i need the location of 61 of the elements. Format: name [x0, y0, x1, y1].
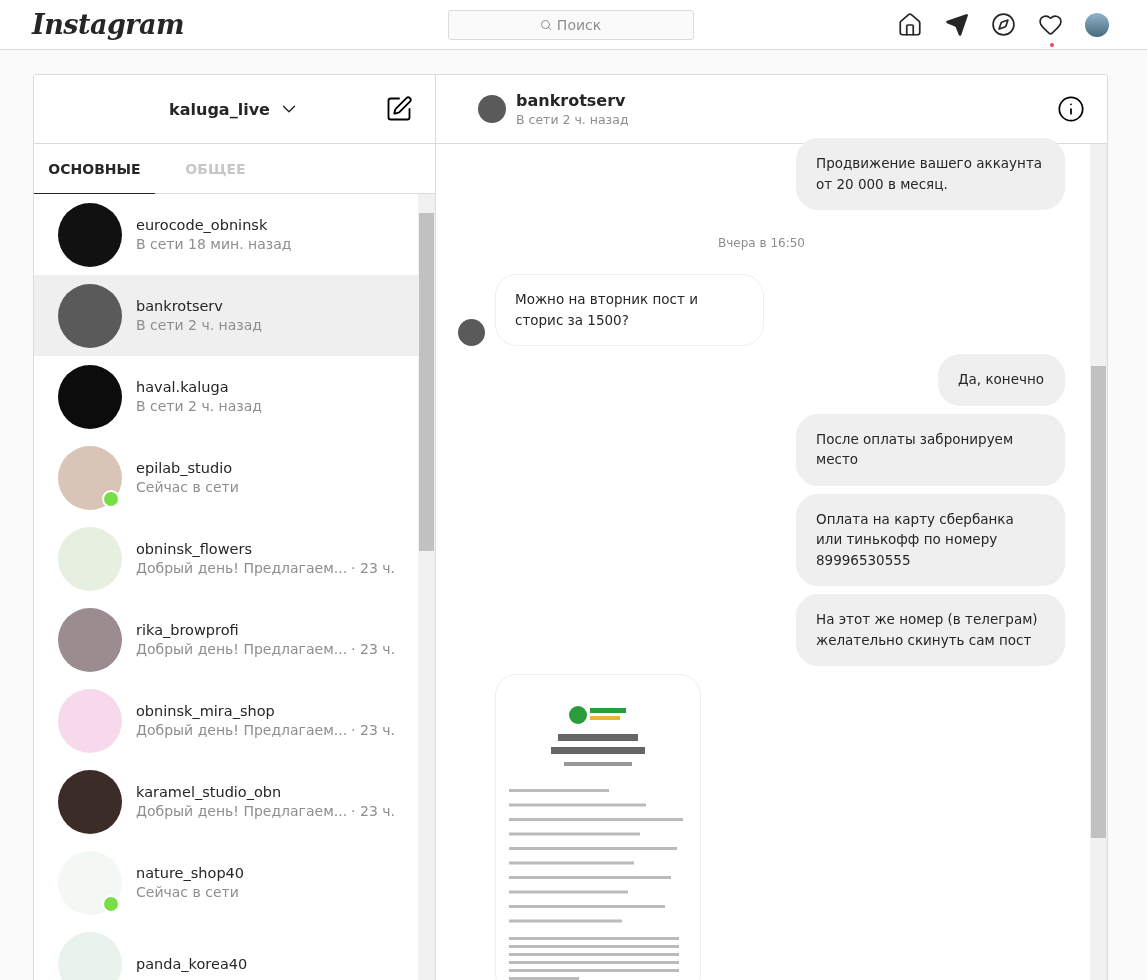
- heart-icon[interactable]: [1038, 12, 1063, 37]
- conversation-item[interactable]: karamel_studio_obn Добрый день! Предлагаем... · 23 ч.: [34, 761, 418, 842]
- status-text: Сейчас в сети: [136, 479, 239, 495]
- message-bubble: Да, конечно: [938, 354, 1065, 406]
- username: obninsk_flowers: [136, 541, 253, 557]
- status-text: Добрый день! Предлагаем...: [136, 560, 348, 576]
- app-logo[interactable]: Instagram: [32, 9, 185, 40]
- username: bankrotserv: [136, 298, 224, 314]
- username: karamel_studio_obn: [136, 784, 283, 800]
- message-bubble: Можно на вторник пост и сторис за 1500?: [495, 274, 764, 346]
- time-text: · 23 ч.: [351, 803, 395, 819]
- home-icon[interactable]: [897, 11, 923, 38]
- avatar-placeholder: [458, 319, 485, 346]
- chat-status: В сети 2 ч. назад: [516, 112, 630, 127]
- conversation-item[interactable]: eurocode_obninsk В сети 18 мин. назад: [34, 194, 418, 275]
- conversation-item[interactable]: obninsk_mira_shop Добрый день! Предлагаем... · 23 ч.: [34, 680, 418, 761]
- message-bubble: Продвижение вашего аккаунта от 20 000 в месяц.: [796, 138, 1065, 210]
- message-bubble: На этот же номер (в телеграм) желательно скинуть сам пост: [796, 594, 1065, 666]
- username: epilab_studio: [136, 460, 234, 476]
- search-placeholder: Поиск: [556, 16, 602, 33]
- scrollbar[interactable]: [418, 194, 435, 980]
- info-icon: [1057, 95, 1085, 123]
- time-text: · 23 ч.: [351, 560, 395, 576]
- time-text: · 23 ч.: [351, 641, 395, 657]
- pen-square-icon: [385, 95, 413, 123]
- username: eurocode_obninsk: [136, 217, 269, 233]
- message-bubble: После оплаты забронируем место: [796, 413, 1065, 486]
- conversation-item[interactable]: epilab_studio Сейчас в сети: [34, 437, 418, 518]
- receipt-image[interactable]: [495, 674, 701, 980]
- avatar-placeholder: [478, 95, 506, 123]
- status-text: Добрый день! Предлагаем...: [136, 803, 348, 819]
- chat-username[interactable]: bankrotserv: [516, 91, 1047, 110]
- time-text: · 23 ч.: [351, 722, 395, 738]
- new-message-button[interactable]: [385, 95, 413, 123]
- conversation-item[interactable]: bankrotserv В сети 2 ч. назад: [34, 275, 418, 356]
- paper-plane-icon[interactable]: [945, 12, 969, 37]
- conversation-item[interactable]: panda_korea40: [34, 923, 418, 980]
- message-time: Вчера в 16:50: [717, 235, 806, 252]
- conversation-item[interactable]: rika_browprofi Добрый день! Предлагаем... · 23 ч.: [34, 599, 418, 680]
- status-text: Добрый день! Предлагаем...: [136, 722, 348, 738]
- search-icon: [539, 18, 552, 31]
- conversation-item[interactable]: nature_shop40 Сейчас в сети: [34, 842, 418, 923]
- account-switcher[interactable]: kaluga_live: [169, 98, 300, 120]
- status-text: Сейчас в сети: [136, 884, 239, 900]
- username: nature_shop40: [136, 865, 245, 881]
- conversation-item[interactable]: haval.kaluga В сети 2 ч. назад: [34, 356, 418, 437]
- username: obninsk_mira_shop: [136, 703, 276, 719]
- info-button[interactable]: [1057, 95, 1085, 123]
- username: rika_browprofi: [136, 622, 240, 638]
- scrollbar[interactable]: [1090, 144, 1107, 980]
- conversation-item[interactable]: obninsk_flowers Добрый день! Предлагаем... · 23 ч.: [34, 518, 418, 599]
- inbox-tab[interactable]: ОСНОВНЫЕ: [34, 144, 155, 194]
- profile-avatar[interactable]: [1085, 12, 1109, 37]
- compass-icon[interactable]: [991, 12, 1016, 37]
- status-text: В сети 18 мин. назад: [136, 236, 292, 252]
- username: panda_korea40: [136, 955, 248, 972]
- message-bubble: Оплата на карту сбербанка или тинькофф по номеру 89996530555: [796, 493, 1065, 586]
- status-text: Добрый день! Предлагаем...: [136, 641, 348, 657]
- username: haval.kaluga: [136, 379, 230, 395]
- status-text: В сети 2 ч. назад: [136, 317, 263, 333]
- status-text: В сети 2 ч. назад: [136, 398, 263, 414]
